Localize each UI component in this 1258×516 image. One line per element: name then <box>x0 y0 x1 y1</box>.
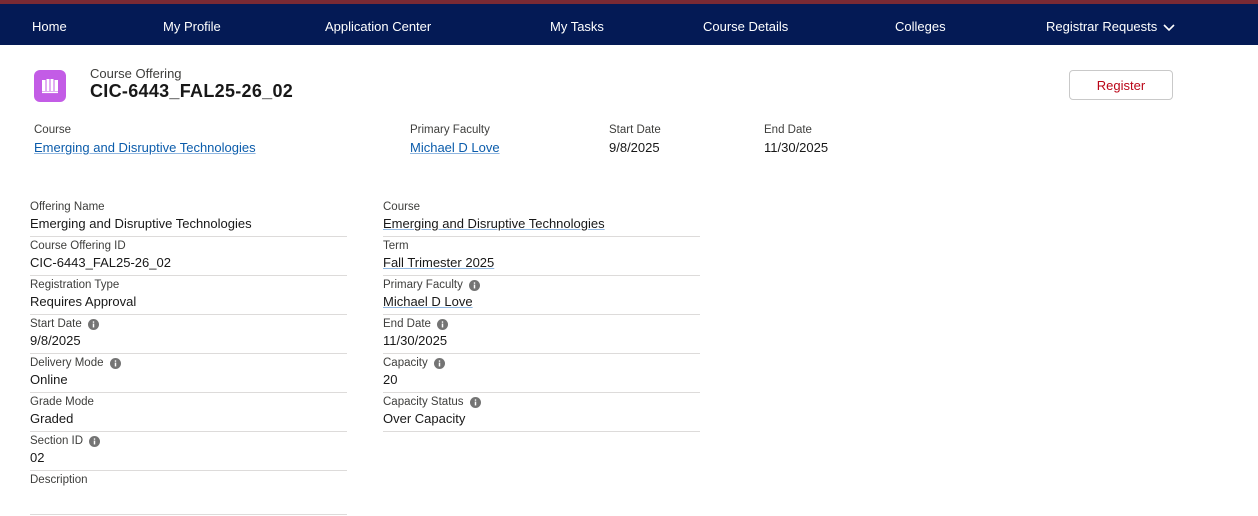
highlight-course-link[interactable]: Emerging and Disruptive Technologies <box>34 140 256 155</box>
nav-dropdown-label: Registrar Requests <box>1046 19 1158 34</box>
field-value: 02 <box>30 450 45 465</box>
top-navigation-bar: Home My Profile Application Center My Ta… <box>0 0 1258 45</box>
field-value: Over Capacity <box>383 411 466 426</box>
field-term-link[interactable]: Fall Trimester 2025 <box>383 255 494 270</box>
info-icon[interactable] <box>87 318 99 330</box>
field-label: Grade Mode <box>30 396 94 408</box>
field-faculty-link[interactable]: Michael D Love <box>383 294 473 309</box>
field-label: Offering Name <box>30 201 105 213</box>
field-course-link[interactable]: Emerging and Disruptive Technologies <box>383 216 605 231</box>
field-end-date: End Date 11/30/2025 <box>383 315 700 354</box>
nav-item-application-center[interactable]: Application Center <box>325 19 431 34</box>
field-value: Online <box>30 372 68 387</box>
field-value: Requires Approval <box>30 294 137 309</box>
field-value: CIC-6443_FAL25-26_02 <box>30 255 171 270</box>
field-term: Term Fall Trimester 2025 <box>383 237 700 276</box>
register-button[interactable]: Register <box>1069 70 1173 100</box>
highlight-start-date-value: 9/8/2025 <box>609 140 660 155</box>
info-icon[interactable] <box>433 357 445 369</box>
highlight-course-label: Course <box>34 124 72 136</box>
field-start-date: Start Date 9/8/2025 <box>30 315 347 354</box>
field-label: Section ID <box>30 435 84 447</box>
field-capacity: Capacity 20 <box>383 354 700 393</box>
field-label: Course Offering ID <box>30 240 126 252</box>
field-value: 11/30/2025 <box>383 333 448 348</box>
field-offering-name: Offering Name Emerging and Disruptive Te… <box>30 198 347 237</box>
highlight-end-date-value: 11/30/2025 <box>764 140 829 155</box>
info-icon[interactable] <box>468 279 480 291</box>
page-title: CIC-6443_FAL25-26_02 <box>90 81 294 101</box>
nav-item-colleges[interactable]: Colleges <box>895 19 946 34</box>
nav-item-my-profile[interactable]: My Profile <box>163 19 221 34</box>
nav-item-registrar-requests[interactable]: Registrar Requests <box>1046 19 1175 34</box>
field-capacity-status: Capacity Status Over Capacity <box>383 393 700 432</box>
field-label: End Date <box>383 318 431 330</box>
field-label: Capacity Status <box>383 396 464 408</box>
info-icon[interactable] <box>469 396 481 408</box>
field-value: Graded <box>30 411 74 426</box>
object-type-label: Course Offering <box>90 66 182 81</box>
field-registration-type: Registration Type Requires Approval <box>30 276 347 315</box>
nav-item-course-details[interactable]: Course Details <box>703 19 788 34</box>
field-label: Registration Type <box>30 279 120 291</box>
field-value: 20 <box>383 372 398 387</box>
highlight-start-date-label: Start Date <box>609 124 661 136</box>
field-label: Description <box>30 474 88 486</box>
field-course-offering-id: Course Offering ID CIC-6443_FAL25-26_02 <box>30 237 347 276</box>
info-icon[interactable] <box>436 318 448 330</box>
field-label: Primary Faculty <box>383 279 463 291</box>
book-icon <box>34 70 66 102</box>
info-icon[interactable] <box>109 357 121 369</box>
field-label: Delivery Mode <box>30 357 104 369</box>
field-value: 9/8/2025 <box>30 333 81 348</box>
field-label: Start Date <box>30 318 82 330</box>
field-label: Term <box>383 240 409 252</box>
nav-item-home[interactable]: Home <box>32 19 67 34</box>
field-label: Capacity <box>383 357 428 369</box>
field-delivery-mode: Delivery Mode Online <box>30 354 347 393</box>
field-value: Emerging and Disruptive Technologies <box>30 216 252 231</box>
highlight-faculty-link[interactable]: Michael D Love <box>410 140 500 155</box>
field-course: Course Emerging and Disruptive Technolog… <box>383 198 700 237</box>
field-grade-mode: Grade Mode Graded <box>30 393 347 432</box>
nav-item-my-tasks[interactable]: My Tasks <box>550 19 604 34</box>
info-icon[interactable] <box>89 435 101 447</box>
highlight-end-date-label: End Date <box>764 124 812 136</box>
field-label: Course <box>383 201 421 213</box>
field-description: Description <box>30 471 347 515</box>
chevron-down-icon <box>1163 23 1175 31</box>
field-section-id: Section ID 02 <box>30 432 347 471</box>
highlight-faculty-label: Primary Faculty <box>410 124 490 136</box>
field-primary-faculty: Primary Faculty Michael D Love <box>383 276 700 315</box>
